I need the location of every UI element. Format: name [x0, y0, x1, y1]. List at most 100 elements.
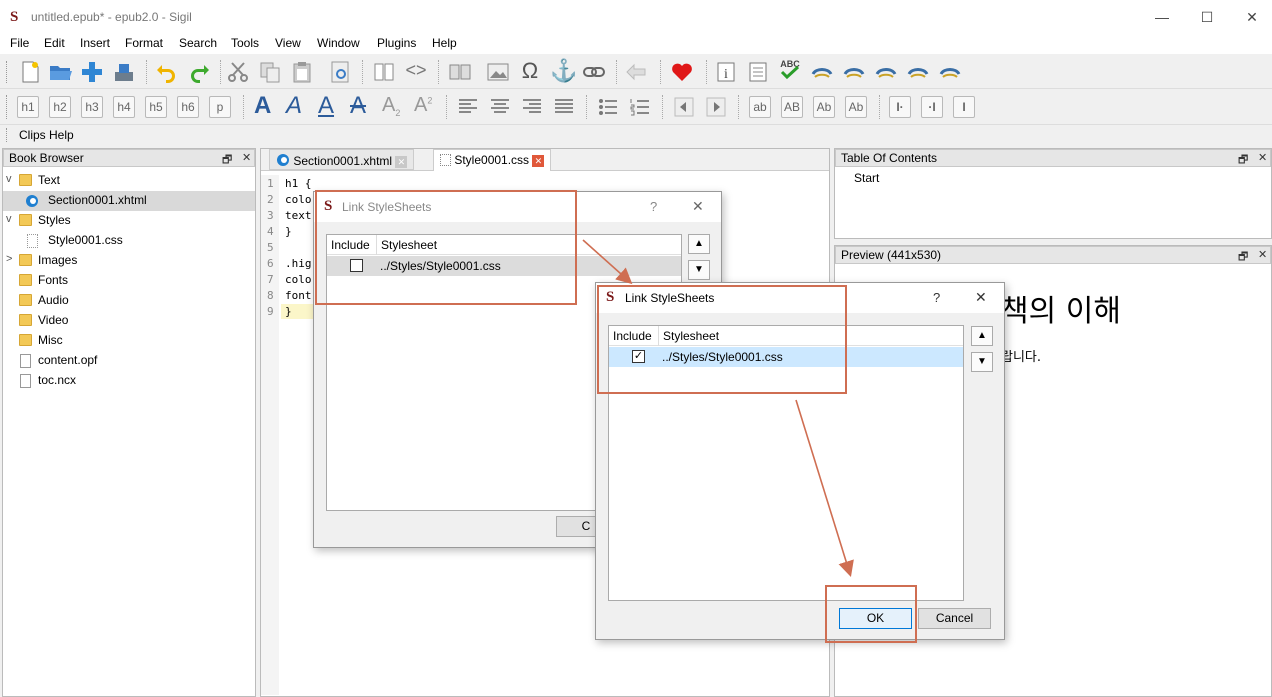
include-checkbox[interactable]: ✓	[632, 350, 645, 363]
tab-close-icon[interactable]: ✕	[532, 155, 545, 167]
float-panel-icon[interactable]: 🗗	[1238, 248, 1248, 267]
menu-plugins[interactable]: Plugins	[377, 36, 416, 50]
tree-item-toc-ncx[interactable]: toc.ncx	[3, 371, 255, 391]
ok-button[interactable]: OK	[839, 608, 912, 629]
toc-editor-icon[interactable]	[746, 60, 770, 84]
tree-item-style0001[interactable]: Style0001.css	[3, 231, 255, 251]
tree-item-text[interactable]: v Text	[3, 171, 255, 191]
donate-heart-icon[interactable]	[670, 60, 694, 84]
heading-h2-button[interactable]: h2	[49, 96, 71, 118]
code-line[interactable]: text	[285, 209, 312, 222]
menu-file[interactable]: File	[10, 36, 29, 50]
tree-item-video[interactable]: Video	[3, 311, 255, 331]
column-stylesheet[interactable]: Stylesheet	[663, 329, 719, 343]
split-icon[interactable]	[448, 60, 472, 84]
align-center-icon[interactable]	[488, 95, 512, 119]
move-up-button[interactable]: ▲	[688, 234, 710, 254]
expand-chevron-icon[interactable]: v	[6, 213, 12, 225]
code-line[interactable]: h1 {	[285, 177, 312, 190]
tab-style0001[interactable]: Style0001.css ✕	[433, 149, 552, 171]
add-file-icon[interactable]	[80, 60, 104, 84]
code-line[interactable]: }	[285, 225, 292, 238]
maximize-button[interactable]: ☐	[1193, 6, 1221, 28]
plugin-icon-5[interactable]	[938, 60, 962, 84]
spellcheck-icon[interactable]: ABC	[778, 58, 802, 82]
stylesheet-row[interactable]: ✓ ../Styles/Style0001.css	[609, 347, 963, 367]
bullet-list-icon[interactable]	[596, 95, 620, 119]
cancel-button[interactable]: Cancel	[918, 608, 991, 629]
italic-icon[interactable]: A	[286, 92, 302, 120]
split-right-icon[interactable]: ·I	[921, 96, 943, 118]
heading-h5-button[interactable]: h5	[145, 96, 167, 118]
heading-h3-button[interactable]: h3	[81, 96, 103, 118]
minimize-button[interactable]: —	[1148, 6, 1176, 28]
copy-icon[interactable]	[258, 60, 282, 84]
menu-edit[interactable]: Edit	[44, 36, 65, 50]
uppercase-button[interactable]: AB	[781, 96, 803, 118]
redo-icon[interactable]	[188, 60, 212, 84]
insert-image-icon[interactable]	[486, 60, 510, 84]
plugin-icon-3[interactable]	[874, 60, 898, 84]
close-window-button[interactable]: ✕	[1238, 6, 1266, 28]
code-line[interactable]: colo	[285, 193, 312, 206]
float-panel-icon[interactable]: 🗗	[222, 151, 232, 170]
tab-section0001[interactable]: Section0001.xhtml ✕	[269, 149, 415, 170]
subscript-icon[interactable]: A2	[382, 94, 400, 118]
float-panel-icon[interactable]: 🗗	[1238, 151, 1248, 170]
include-checkbox[interactable]	[350, 259, 363, 272]
capitalize-button[interactable]: Ab	[845, 96, 867, 118]
split-vertical-icon[interactable]: I	[953, 96, 975, 118]
column-include[interactable]: Include	[331, 238, 370, 252]
menu-view[interactable]: View	[275, 36, 301, 50]
insert-anchor-icon[interactable]: ⚓	[550, 58, 577, 83]
plugin-icon-1[interactable]	[810, 60, 834, 84]
code-line[interactable]: colo	[285, 273, 312, 286]
tab-close-icon[interactable]: ✕	[395, 156, 408, 168]
column-stylesheet[interactable]: Stylesheet	[381, 238, 437, 252]
align-right-icon[interactable]	[520, 95, 544, 119]
decrease-indent-icon[interactable]	[672, 95, 696, 119]
plugin-icon-4[interactable]	[906, 60, 930, 84]
menu-search[interactable]: Search	[179, 36, 217, 50]
open-folder-icon[interactable]	[48, 60, 72, 84]
move-down-button[interactable]: ▼	[971, 352, 993, 372]
tree-item-fonts[interactable]: Fonts	[3, 271, 255, 291]
new-file-icon[interactable]	[18, 60, 42, 84]
metadata-info-icon[interactable]: i	[714, 60, 738, 84]
lowercase-button[interactable]: ab	[749, 96, 771, 118]
cut-icon[interactable]	[226, 60, 250, 84]
tree-item-section0001[interactable]: Section0001.xhtml	[3, 191, 255, 211]
close-panel-icon[interactable]: ✕	[1258, 151, 1267, 164]
plugin-icon-2[interactable]	[842, 60, 866, 84]
help-button[interactable]: ?	[933, 290, 940, 305]
column-include[interactable]: Include	[613, 329, 652, 343]
superscript-icon[interactable]: A2	[414, 94, 432, 117]
code-line[interactable]: font	[285, 289, 312, 302]
expand-chevron-icon[interactable]: v	[6, 173, 12, 185]
code-line[interactable]: }	[285, 305, 292, 318]
menu-format[interactable]: Format	[125, 36, 163, 50]
paragraph-button[interactable]: p	[209, 96, 231, 118]
tree-item-misc[interactable]: Misc	[3, 331, 255, 351]
find-icon[interactable]	[328, 60, 352, 84]
underline-icon[interactable]: A	[318, 92, 334, 120]
clips-help-label[interactable]: Clips Help	[19, 128, 74, 142]
back-arrow-icon[interactable]	[624, 60, 648, 84]
help-button[interactable]: ?	[650, 199, 657, 214]
menu-insert[interactable]: Insert	[80, 36, 110, 50]
move-down-button[interactable]: ▼	[688, 260, 710, 280]
menu-window[interactable]: Window	[317, 36, 360, 50]
titlecase-button[interactable]: Ab	[813, 96, 835, 118]
code-line[interactable]: .hig	[285, 257, 312, 270]
align-justify-icon[interactable]	[552, 95, 576, 119]
tree-item-content-opf[interactable]: content.opf	[3, 351, 255, 371]
close-panel-icon[interactable]: ✕	[242, 151, 251, 164]
heading-h6-button[interactable]: h6	[177, 96, 199, 118]
stylesheet-row[interactable]: ../Styles/Style0001.css	[327, 256, 681, 276]
paste-icon[interactable]	[290, 60, 314, 84]
insert-link-icon[interactable]	[582, 60, 606, 84]
save-icon[interactable]	[112, 60, 136, 84]
close-dialog-button[interactable]: ✕	[975, 289, 987, 306]
align-left-icon[interactable]	[456, 95, 480, 119]
menu-tools[interactable]: Tools	[231, 36, 259, 50]
